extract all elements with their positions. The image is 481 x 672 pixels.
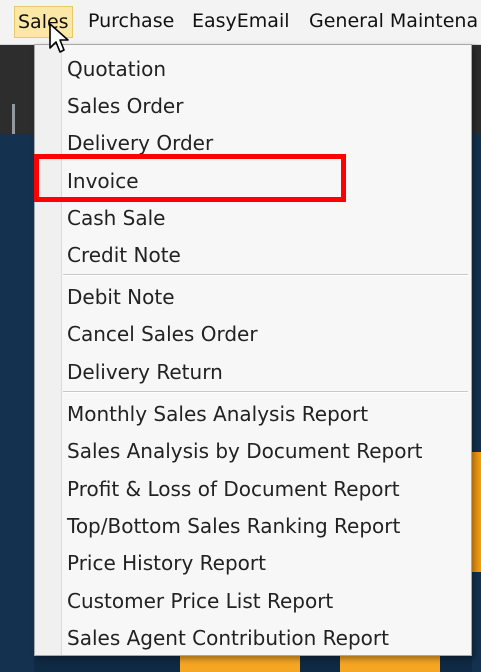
background-orange-button <box>180 656 300 672</box>
menu-item-monthly-sales-analysis-report[interactable]: Monthly Sales Analysis Report <box>67 397 368 431</box>
menu-item-delivery-return[interactable]: Delivery Return <box>67 355 223 389</box>
background-app-left <box>0 44 34 672</box>
menu-item-debit-note[interactable]: Debit Note <box>67 280 175 314</box>
menu-item-quotation[interactable]: Quotation <box>67 52 166 86</box>
sales-dropdown-menu: Quotation Sales Order Delivery Order Inv… <box>34 44 472 656</box>
menu-item-sales-agent-contribution-report[interactable]: Sales Agent Contribution Report <box>67 621 389 655</box>
menu-item-cash-sale[interactable]: Cash Sale <box>67 201 166 235</box>
menu-item-top-bottom-sales-ranking-report[interactable]: Top/Bottom Sales Ranking Report <box>67 509 400 543</box>
menu-item-sales-analysis-by-document-report[interactable]: Sales Analysis by Document Report <box>67 434 423 468</box>
menu-general-maintenance[interactable]: General Maintena <box>305 6 481 36</box>
menu-separator <box>63 391 468 393</box>
menu-purchase[interactable]: Purchase <box>84 6 178 36</box>
menu-item-credit-note[interactable]: Credit Note <box>67 238 181 272</box>
background-decoration <box>12 104 25 134</box>
invoice-highlight-box <box>34 154 346 202</box>
background-orange-button <box>340 656 440 672</box>
menu-easyemail[interactable]: EasyEmail <box>188 6 294 36</box>
background-app-right <box>472 44 481 672</box>
menu-icon-gutter <box>35 45 62 655</box>
menu-item-sales-order[interactable]: Sales Order <box>67 89 183 123</box>
mouse-pointer-icon <box>49 23 69 53</box>
menu-item-price-history-report[interactable]: Price History Report <box>67 546 266 580</box>
menu-bar: Sales Purchase EasyEmail General Mainten… <box>0 0 481 45</box>
menu-separator <box>63 274 468 276</box>
menu-item-profit-loss-of-document-report[interactable]: Profit & Loss of Document Report <box>67 472 400 506</box>
menu-item-customer-price-list-report[interactable]: Customer Price List Report <box>67 584 333 618</box>
menu-item-cancel-sales-order[interactable]: Cancel Sales Order <box>67 317 258 351</box>
